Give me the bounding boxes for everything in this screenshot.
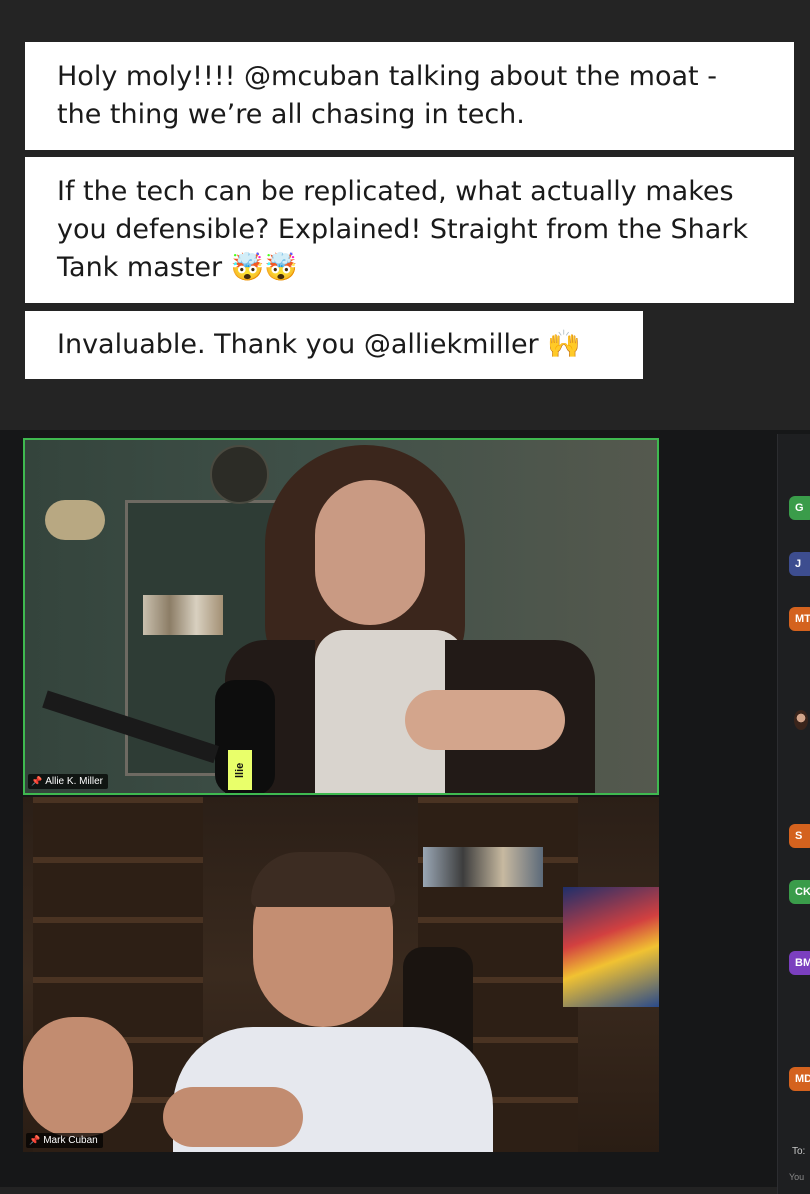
caption-block-3: Invaluable. Thank you @alliekmiller 🙌	[25, 311, 643, 379]
caption-text-2: If the tech can be replicated, what actu…	[57, 176, 757, 283]
participant-name-allie: Allie K. Miller	[45, 776, 104, 787]
participant-photo-avatar[interactable]	[794, 710, 808, 730]
participant-avatar-bm[interactable]: BM	[789, 951, 810, 975]
caption-block-1: Holy moly!!!! @mcuban talking about the …	[25, 42, 794, 150]
wall-decor	[210, 445, 269, 504]
chat-to-label: To:	[792, 1146, 806, 1157]
participant-avatar-mt[interactable]: MT	[789, 607, 810, 631]
video-tile-allie[interactable]: llie 📌 Allie K. Miller	[23, 438, 659, 795]
video-tile-mark[interactable]: 📌 Mark Cuban	[23, 797, 659, 1152]
video-meeting-window: llie 📌 Allie K. Miller 📌 Mark Cuban G J …	[0, 430, 810, 1194]
participants-panel: G J MT S CK BM MD To: You	[777, 434, 810, 1194]
shelf-items	[423, 847, 543, 887]
shelf-books	[143, 595, 223, 635]
person-face	[315, 480, 425, 625]
participant-avatar-s[interactable]: S	[789, 824, 810, 848]
participant-avatar-j[interactable]: J	[789, 552, 810, 576]
chat-input[interactable]: You	[789, 1172, 804, 1182]
person-hair-mark	[251, 852, 395, 907]
mic-label: llie	[228, 750, 252, 790]
caption-text-1: Holy moly!!!! @mcuban talking about the …	[57, 61, 726, 130]
lamp	[45, 500, 105, 540]
caption-text-3: Invaluable. Thank you @alliekmiller 🙌	[57, 329, 581, 360]
person-hand-left	[23, 1017, 133, 1137]
story-caption-area: Holy moly!!!! @mcuban talking about the …	[0, 0, 810, 430]
participant-avatar-g[interactable]: G	[789, 496, 810, 520]
participant-avatar-md[interactable]: MD	[789, 1067, 810, 1091]
jacket-on-rack	[563, 887, 659, 1007]
participant-name-mark: Mark Cuban	[43, 1135, 98, 1146]
person-hands	[405, 690, 565, 750]
participant-name-tag-mark: 📌 Mark Cuban	[26, 1133, 103, 1148]
participant-name-tag-allie: 📌 Allie K. Miller	[28, 774, 109, 789]
person-hand-right	[163, 1087, 303, 1147]
caption-block-2: If the tech can be replicated, what actu…	[25, 157, 794, 303]
pin-icon: 📌	[29, 1135, 41, 1145]
participant-avatar-ck[interactable]: CK	[789, 880, 810, 904]
pin-icon: 📌	[31, 776, 43, 786]
